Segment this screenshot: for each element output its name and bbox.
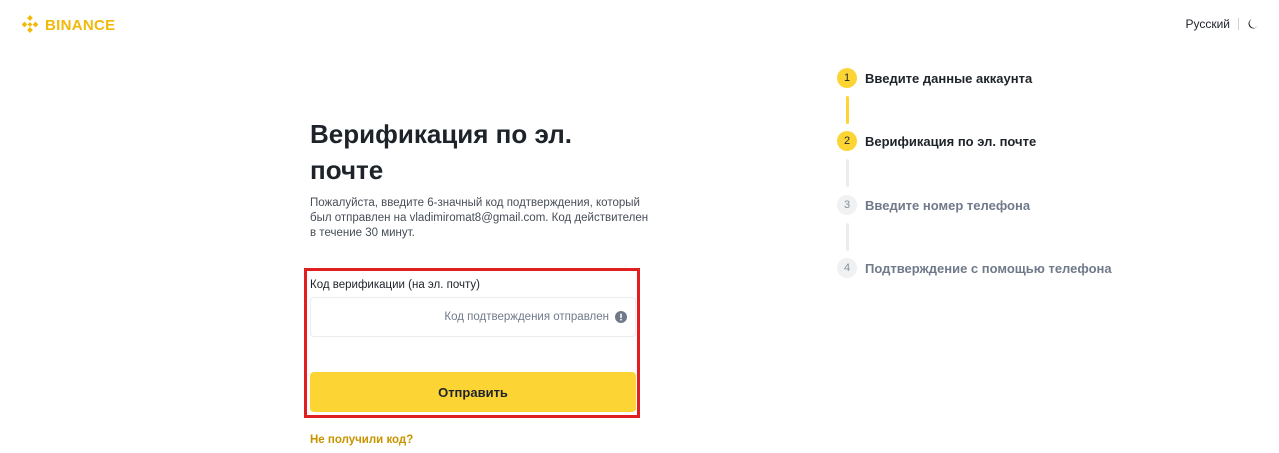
- step-number: 3: [837, 195, 857, 215]
- header-controls: Русский: [1185, 17, 1259, 31]
- step-label: Введите данные аккаунта: [865, 70, 1033, 86]
- info-icon: [615, 311, 627, 323]
- verification-code-label: Код верификации (на эл. почту): [310, 279, 480, 291]
- language-selector[interactable]: Русский: [1185, 17, 1230, 31]
- step-number: 2: [837, 131, 857, 151]
- verification-code-field[interactable]: Код подтверждения отправлен: [310, 297, 636, 337]
- signup-page: BINANCE Русский Верификация по эл. почте…: [0, 0, 1279, 453]
- submit-button[interactable]: Отправить: [310, 372, 636, 412]
- step-phone-confirmation: 4 Подтверждение с помощью телефона: [837, 258, 1112, 278]
- binance-logo[interactable]: BINANCE: [20, 15, 115, 35]
- page-title: Верификация по эл. почте: [310, 119, 572, 185]
- code-sent-status: Код подтверждения отправлен: [444, 311, 609, 323]
- step-connector: [846, 159, 849, 187]
- header-divider: [1238, 18, 1239, 30]
- resend-code-link[interactable]: Не получили код?: [310, 434, 413, 446]
- step-number: 4: [837, 258, 857, 278]
- verification-description: Пожалуйста, введите 6-значный код подтве…: [310, 197, 649, 239]
- step-email-verification: 2 Верификация по эл. почте: [837, 131, 1036, 151]
- step-number: 1: [837, 68, 857, 88]
- step-phone-number: 3 Введите номер телефона: [837, 195, 1030, 215]
- step-label: Подтверждение с помощью телефона: [865, 260, 1112, 276]
- step-label: Верификация по эл. почте: [865, 133, 1037, 149]
- step-connector: [846, 223, 849, 251]
- verification-code-input[interactable]: [319, 306, 423, 330]
- binance-diamond-icon: [20, 15, 40, 35]
- moon-icon[interactable]: [1247, 18, 1259, 30]
- brand-name: BINANCE: [45, 16, 116, 34]
- step-account-details: 1 Введите данные аккаунта: [837, 68, 1032, 88]
- step-connector: [846, 96, 849, 124]
- step-label: Введите номер телефона: [865, 197, 1031, 213]
